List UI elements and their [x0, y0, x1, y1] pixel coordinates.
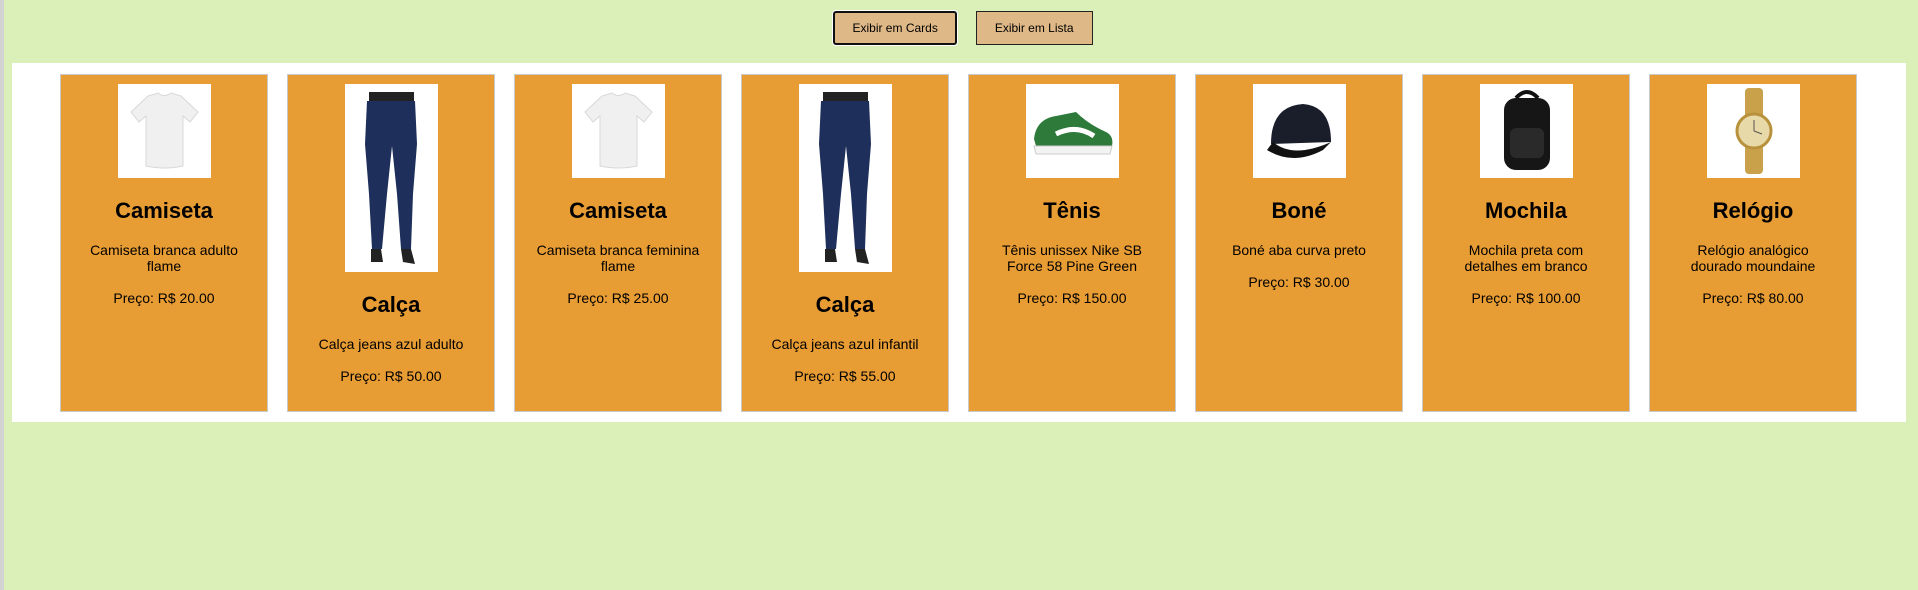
view-toolbar: Exibir em Cards Exibir em Lista — [4, 11, 1918, 45]
product-card: Mochila Mochila preta com detalhes em br… — [1422, 74, 1630, 412]
blue-jeans-image — [798, 84, 892, 272]
product-price: Preço: R$ 80.00 — [1702, 290, 1804, 306]
product-name: Calça — [361, 292, 421, 317]
product-name: Tênis — [1043, 198, 1101, 223]
product-price: Preço: R$ 25.00 — [567, 290, 669, 306]
green-sneaker-image — [1025, 84, 1119, 178]
product-description: Calça jeans azul infantil — [771, 336, 919, 352]
product-description: Tênis unissex Nike SB Force 58 Pine Gree… — [1001, 242, 1143, 274]
product-description: Camiseta branca feminina flame — [536, 242, 700, 274]
product-cards: Camiseta Camiseta branca adulto flame Pr… — [60, 74, 1857, 412]
product-description: Mochila preta com detalhes em branco — [1464, 242, 1588, 274]
product-price: Preço: R$ 20.00 — [113, 290, 215, 306]
products-panel: Camiseta Camiseta branca adulto flame Pr… — [12, 63, 1906, 422]
product-price: Preço: R$ 100.00 — [1471, 290, 1581, 306]
product-price: Preço: R$ 150.00 — [1017, 290, 1127, 306]
product-name: Mochila — [1485, 198, 1567, 223]
product-description: Calça jeans azul adulto — [318, 336, 464, 352]
product-price: Preço: R$ 50.00 — [340, 368, 442, 384]
product-name: Camiseta — [115, 198, 213, 223]
product-price: Preço: R$ 30.00 — [1248, 274, 1350, 290]
black-backpack-image — [1479, 84, 1573, 178]
white-tshirt-image — [117, 84, 211, 178]
product-name: Boné — [1271, 198, 1327, 223]
product-name: Relógio — [1712, 198, 1794, 223]
show-cards-button[interactable]: Exibir em Cards — [833, 11, 957, 45]
product-card: Relógio Relógio analógico dourado mounda… — [1649, 74, 1857, 412]
product-name: Calça — [815, 292, 875, 317]
product-name: Camiseta — [569, 198, 667, 223]
gold-watch-image — [1706, 84, 1800, 178]
product-description: Boné aba curva preto — [1232, 242, 1366, 258]
product-description: Relógio analógico dourado moundaine — [1690, 242, 1816, 274]
product-card: Camiseta Camiseta branca feminina flame … — [514, 74, 722, 412]
white-tshirt-image — [571, 84, 665, 178]
show-list-button[interactable]: Exibir em Lista — [975, 11, 1093, 45]
product-card: Tênis Tênis unissex Nike SB Force 58 Pin… — [968, 74, 1176, 412]
product-price: Preço: R$ 55.00 — [794, 368, 896, 384]
product-card: Calça Calça jeans azul adulto Preço: R$ … — [287, 74, 495, 412]
product-card: Boné Boné aba curva preto Preço: R$ 30.0… — [1195, 74, 1403, 412]
black-cap-image — [1252, 84, 1346, 178]
blue-jeans-image — [344, 84, 438, 272]
product-description: Camiseta branca adulto flame — [90, 242, 238, 274]
product-card: Camiseta Camiseta branca adulto flame Pr… — [60, 74, 268, 412]
product-card: Calça Calça jeans azul infantil Preço: R… — [741, 74, 949, 412]
